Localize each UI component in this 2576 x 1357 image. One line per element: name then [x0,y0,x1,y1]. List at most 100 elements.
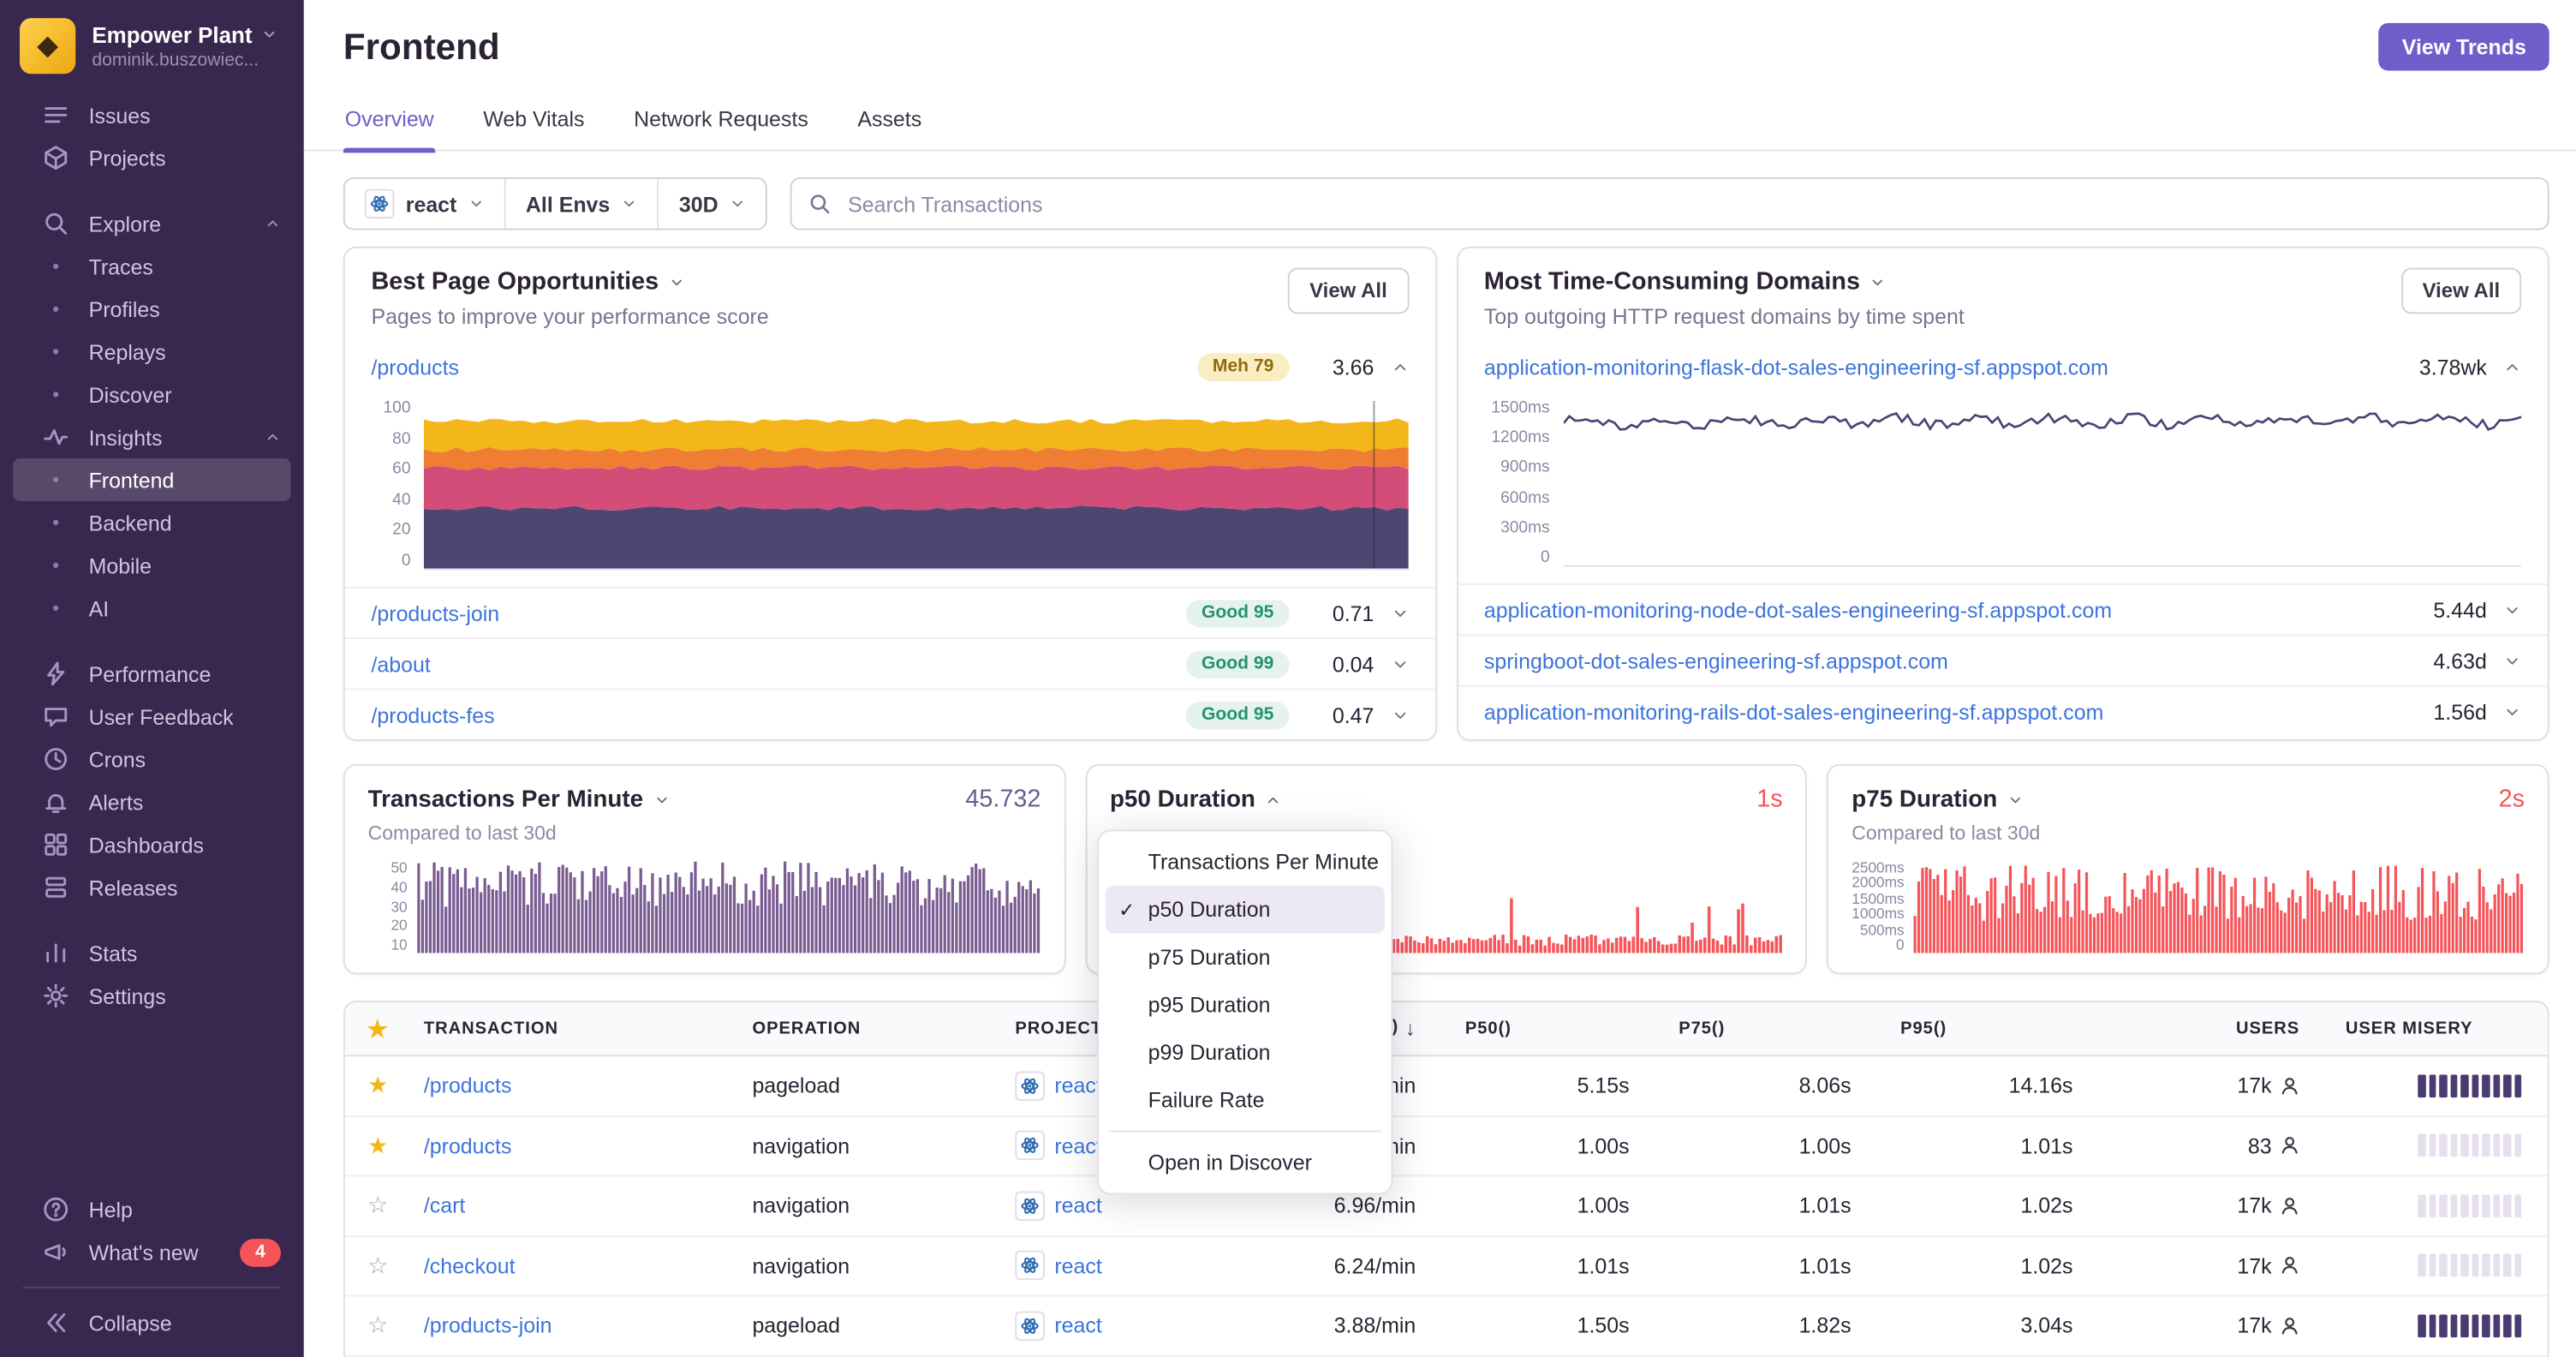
metric-select-transactions-per-minute[interactable]: Transactions Per Minute [368,786,670,812]
sidebar-item-collapse[interactable]: Collapse [0,1301,304,1344]
sidebar-item-explore[interactable]: Explore [0,202,304,245]
sidebar-item-alerts[interactable]: Alerts [0,780,304,823]
project-link[interactable]: react [1054,1073,1101,1098]
star-toggle[interactable]: ☆ [345,1192,411,1220]
menu-item-p95-duration[interactable]: p95 Duration [1106,981,1385,1029]
view-trends-button[interactable]: View Trends [2378,22,2549,71]
star-toggle[interactable]: ★ [345,1132,411,1160]
bullet-icon: • [52,511,60,535]
sidebar-item-settings[interactable]: Settings [0,974,304,1017]
sidebar-item-issues[interactable]: Issues [0,93,304,136]
page-link[interactable]: /products-fes [371,702,1170,727]
tab-web-vitals[interactable]: Web Vitals [481,97,586,149]
sidebar-item-profiles[interactable]: • Profiles [0,288,304,331]
column-header-p75[interactable]: P75() [1643,1019,1864,1038]
column-header-operation[interactable]: OPERATION [739,1019,1002,1038]
project-link[interactable]: react [1054,1253,1101,1278]
transaction-link[interactable]: /products [424,1073,512,1098]
sidebar-item-performance[interactable]: Performance [0,652,304,695]
project-link[interactable]: react [1054,1133,1101,1158]
opportunities-view-all-button[interactable]: View All [1288,267,1409,314]
star-filled-icon: ★ [367,1072,389,1098]
menu-item-p99-duration[interactable]: p99 Duration [1106,1029,1385,1077]
sidebar-item-help[interactable]: Help [0,1188,304,1231]
chevron-down-icon[interactable] [1391,655,1409,673]
star-toggle[interactable]: ☆ [345,1312,411,1340]
misery-bar [2428,1073,2436,1097]
page-link[interactable]: /products-join [371,601,1170,625]
metric-select-p50-duration[interactable]: p50 Duration [1110,786,1282,812]
domain-link[interactable]: application-monitoring-rails-dot-sales-e… [1484,699,2417,724]
sidebar-item-replays[interactable]: • Replays [0,331,304,374]
p95-cell: 3.04s [2020,1312,2073,1338]
menu-item-p75-duration[interactable]: p75 Duration [1106,933,1385,981]
sidebar-nav: Issues Projects Explore • Traces • Profiles • Re… [0,93,304,1017]
chevron-down-icon[interactable] [2503,702,2521,720]
misery-bar [2471,1253,2479,1277]
column-header-p95[interactable]: P95() [1864,1019,2086,1038]
transaction-link[interactable]: /cart [424,1193,466,1218]
transaction-link[interactable]: /products [424,1133,512,1158]
column-header-p50[interactable]: P50() [1429,1019,1643,1038]
column-header-transaction[interactable]: TRANSACTION [411,1019,740,1038]
chevron-down-icon[interactable] [2503,601,2521,619]
transaction-link[interactable]: /products-join [424,1313,552,1338]
sidebar-item-label: What's new [88,1240,199,1264]
sidebar-item-insights[interactable]: Insights [0,415,304,458]
sidebar-item-dashboards[interactable]: Dashboards [0,823,304,866]
page-link[interactable]: /about [371,651,1170,676]
project-link[interactable]: react [1054,1193,1101,1218]
search-input[interactable] [844,189,2531,218]
sidebar-item-traces[interactable]: • Traces [0,245,304,288]
tab-assets[interactable]: Assets [856,97,923,149]
sidebar-item-stats[interactable]: Stats [0,932,304,975]
domain-link[interactable]: application-monitoring-flask-dot-sales-e… [1484,354,2403,379]
sidebar-item-backend[interactable]: • Backend [0,501,304,544]
sidebar-item-releases[interactable]: Releases [0,866,304,909]
column-header-users[interactable]: USERS [2086,1019,2317,1038]
sidebar-item-crons[interactable]: Crons [0,738,304,780]
metric-select-p75-duration[interactable]: p75 Duration [1852,786,2024,812]
sidebar-item-frontend[interactable]: • Frontend [13,458,291,501]
transaction-link[interactable]: /checkout [424,1253,516,1278]
chevron-down-icon[interactable] [2503,651,2521,669]
opportunities-title-select[interactable]: Best Page Opportunities [371,268,1288,296]
tpm-cell: 3.88/min [1333,1312,1416,1338]
tab-overview[interactable]: Overview [343,97,436,153]
misery-bars [2418,1253,2522,1277]
page-link[interactable]: /products [371,354,1181,379]
chevron-up-icon[interactable] [1391,357,1409,375]
sidebar-item-what-s-new[interactable]: What's new 4 [0,1231,304,1274]
users-count: 17k [2237,1312,2272,1338]
misery-bar [2449,1133,2458,1157]
column-header-user-misery[interactable]: USER MISERY [2316,1019,2547,1038]
sidebar-item-ai[interactable]: • AI [0,587,304,630]
org-user: dominik.buszowiec... [92,50,259,70]
org-switcher[interactable]: ◆ Empower Plant dominik.buszowiec... [0,0,304,93]
menu-item-open-in-discover[interactable]: Open in Discover [1106,1139,1385,1187]
date-range-filter[interactable]: 30D [657,179,766,229]
environment-filter[interactable]: All Envs [504,179,658,229]
sidebar-item-discover[interactable]: • Discover [0,373,304,415]
domain-link[interactable]: springboot-dot-sales-engineering-sf.apps… [1484,649,2417,673]
chevron-down-icon[interactable] [1391,604,1409,622]
tab-network-requests[interactable]: Network Requests [632,97,810,149]
domains-view-all-button[interactable]: View All [2400,267,2522,314]
project-link[interactable]: react [1054,1313,1101,1338]
sidebar-item-user-feedback[interactable]: User Feedback [0,695,304,738]
star-toggle[interactable]: ☆ [345,1252,411,1280]
project-filter[interactable]: react [345,179,504,229]
domains-title-select[interactable]: Most Time-Consuming Domains [1484,268,2401,296]
score-badge: Good 95 [1186,599,1289,627]
chevron-down-icon[interactable] [1391,706,1409,724]
sidebar-item-mobile[interactable]: • Mobile [0,544,304,587]
star-toggle[interactable]: ★ [345,1072,411,1100]
menu-item-p50-duration[interactable]: ✓ p50 Duration [1105,885,1385,934]
user-misery-cell [2316,1073,2547,1097]
sidebar-item-projects[interactable]: Projects [0,136,304,179]
menu-item-failure-rate[interactable]: Failure Rate [1106,1076,1385,1124]
column-header-star[interactable]: ★ [345,1014,411,1043]
chevron-up-icon[interactable] [2503,357,2521,375]
domain-link[interactable]: application-monitoring-node-dot-sales-en… [1484,597,2417,622]
menu-item-transactions-per-minute[interactable]: Transactions Per Minute [1106,838,1385,886]
